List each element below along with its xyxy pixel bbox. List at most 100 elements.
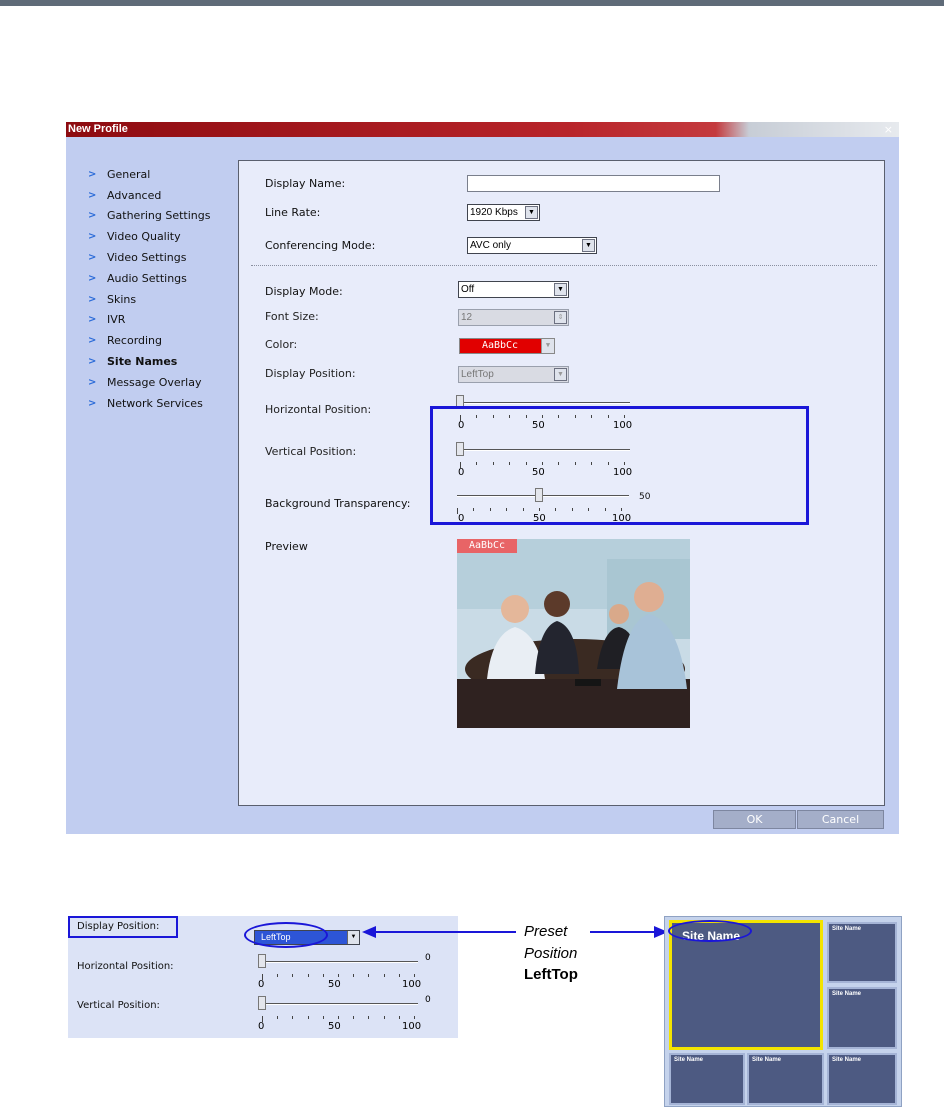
display-position-label: Display Position: [265,367,356,380]
slider-tick [277,1016,279,1019]
slider-tick [353,1016,355,1019]
nav-item-recording[interactable]: > Recording [88,330,238,351]
preview-label: Preview [265,540,308,553]
slider-tick [604,508,606,511]
slider-tick [414,974,415,977]
chevron-right-icon: > [88,356,97,368]
slider-track [460,402,630,404]
slider-thumb[interactable] [258,996,266,1010]
close-icon[interactable]: × [884,122,893,137]
nav-item-label: Network Services [107,396,203,410]
nav-item-label: Site Names [107,355,178,369]
conferencing-mode-select[interactable]: AVC only ▼ [467,237,597,254]
conferencing-mode-label: Conferencing Mode: [265,239,376,252]
nav-item-label: Recording [107,334,163,348]
chevron-down-icon[interactable]: ▼ [525,206,538,219]
scale-mid-label: 50 [533,513,546,524]
section-divider [251,265,877,266]
nav-item-label: Advanced [107,188,162,202]
chevron-right-icon: > [88,272,97,284]
page-header-rule [0,0,944,6]
display-position-value: LeftTop [461,369,494,380]
nav-item-general[interactable]: > General [88,164,238,185]
nav-item-network-services[interactable]: > Network Services [88,393,238,414]
nav-item-label: General [107,167,151,181]
layout-cell: Site Name [827,922,897,983]
dialog-title-bar[interactable]: New Profile × [66,122,899,137]
display-position-select[interactable]: LeftTop ▼ [458,366,569,383]
slider-thumb[interactable] [258,954,266,968]
stepper-arrows-icon[interactable]: ⇕ [554,311,567,324]
chevron-right-icon: > [88,210,97,222]
slider-value-readout: 0 [425,953,431,963]
nav-item-video-settings[interactable]: > Video Settings [88,247,238,268]
background-transparency-slider[interactable]: 0 50 100 [453,487,631,527]
scale-max-label: 100 [612,513,632,524]
callout-vertical-position-slider[interactable]: 0 50 100 0 [258,995,431,1035]
slider-track [262,961,418,963]
scale-max-label: 100 [402,1021,422,1032]
nav-item-ivr[interactable]: > IVR [88,310,238,331]
slider-tick [398,1016,400,1019]
conferencing-mode-value: AVC only [470,240,511,251]
nav-item-audio-settings[interactable]: > Audio Settings [88,268,238,289]
nav-item-skins[interactable]: > Skins [88,289,238,310]
display-name-field[interactable] [467,175,720,192]
annotation-preset: Preset [524,923,568,940]
preview-image: AaBbCc [457,539,690,728]
site-names-panel: Display Name: Line Rate: 1920 Kbps ▼ Con… [238,160,885,806]
color-select[interactable]: AaBbCc ▼ [459,338,555,354]
color-label: Color: [265,338,298,351]
dialog-title: New Profile [68,123,128,135]
nav-item-label: Video Settings [107,251,187,265]
font-size-stepper[interactable]: 12 ⇕ [458,309,569,326]
site-name-label: Site Name [832,926,862,932]
slider-tick [555,508,557,511]
chevron-right-icon: > [88,335,97,347]
layout-cell: Site Name [827,987,897,1049]
slider-tick [277,974,279,977]
background-transparency-value: 50 [639,492,651,502]
slider-tick [322,974,324,977]
chevron-down-icon[interactable]: ▼ [541,339,554,353]
slider-tick [506,508,508,511]
slider-tick [473,508,475,511]
slider-tick [383,974,385,977]
slider-tick [307,974,309,977]
nav-item-label: Audio Settings [107,271,187,285]
chevron-down-icon[interactable]: ▼ [554,283,567,296]
value-highlight-ellipse [244,922,328,948]
nav-item-advanced[interactable]: > Advanced [88,185,238,206]
slider-tick [398,974,400,977]
scale-min-label: 0 [258,1021,265,1032]
chevron-down-icon[interactable]: ▼ [347,931,359,944]
display-mode-value: Off [461,284,475,295]
ok-button[interactable]: OK [713,810,796,829]
display-mode-select[interactable]: Off ▼ [458,281,569,298]
slider-tick [571,508,573,511]
site-name-label: Site Name [832,991,862,997]
profile-sections-nav: > General > Advanced > Gathering Settings >… [88,164,238,414]
nav-item-gathering-settings[interactable]: > Gathering Settings [88,206,238,227]
vertical-position-label: Vertical Position: [265,445,357,458]
slider-tick [262,974,263,980]
callout-horizontal-position-slider[interactable]: 0 50 100 0 [258,953,431,993]
slider-thumb[interactable] [535,488,543,502]
chevron-down-icon[interactable]: ▼ [582,239,595,252]
nav-item-message-overlay[interactable]: > Message Overlay [88,372,238,393]
slider-tick [307,1016,309,1019]
nav-item-video-quality[interactable]: > Video Quality [88,226,238,247]
slider-track [262,1003,418,1005]
slider-tick [621,508,622,511]
layout-cell: Site Name [669,1053,745,1105]
line-rate-select[interactable]: 1920 Kbps ▼ [467,204,540,221]
chevron-down-icon[interactable]: ▼ [554,368,567,381]
slider-tick [588,508,590,511]
cancel-button[interactable]: Cancel [797,810,884,829]
slider-tick [414,1016,415,1019]
site-name-highlight-ellipse [668,920,752,942]
layout-cell: Site Name [747,1053,824,1105]
nav-item-site-names[interactable]: > Site Names [88,351,238,372]
chevron-right-icon: > [88,168,97,180]
slider-track [457,495,629,497]
